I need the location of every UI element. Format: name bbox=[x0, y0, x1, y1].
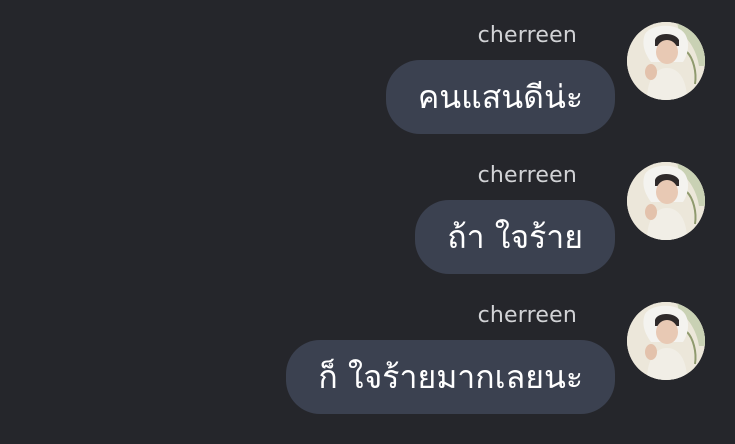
message-group: cherreen ถ้า ใจร้าย bbox=[105, 162, 705, 282]
chat-thread: cherreen คนแสนดีน่ะ cherreen ถ้า ใจร้าย bbox=[0, 0, 735, 444]
message-group: cherreen ก็ ใจร้ายมากเลยนะ bbox=[105, 302, 705, 422]
sender-name[interactable]: cherreen bbox=[478, 162, 577, 190]
message-bubble[interactable]: คนแสนดีน่ะ bbox=[385, 60, 615, 134]
sender-name[interactable]: cherreen bbox=[478, 302, 577, 330]
user-avatar-icon[interactable] bbox=[627, 22, 705, 100]
sender-name[interactable]: cherreen bbox=[478, 22, 577, 50]
message-bubble[interactable]: ก็ ใจร้ายมากเลยนะ bbox=[286, 340, 615, 414]
user-avatar-icon[interactable] bbox=[627, 162, 705, 240]
user-avatar-icon[interactable] bbox=[627, 302, 705, 380]
message-group: cherreen คนแสนดีน่ะ bbox=[105, 22, 705, 142]
message-bubble[interactable]: ถ้า ใจร้าย bbox=[415, 200, 615, 274]
